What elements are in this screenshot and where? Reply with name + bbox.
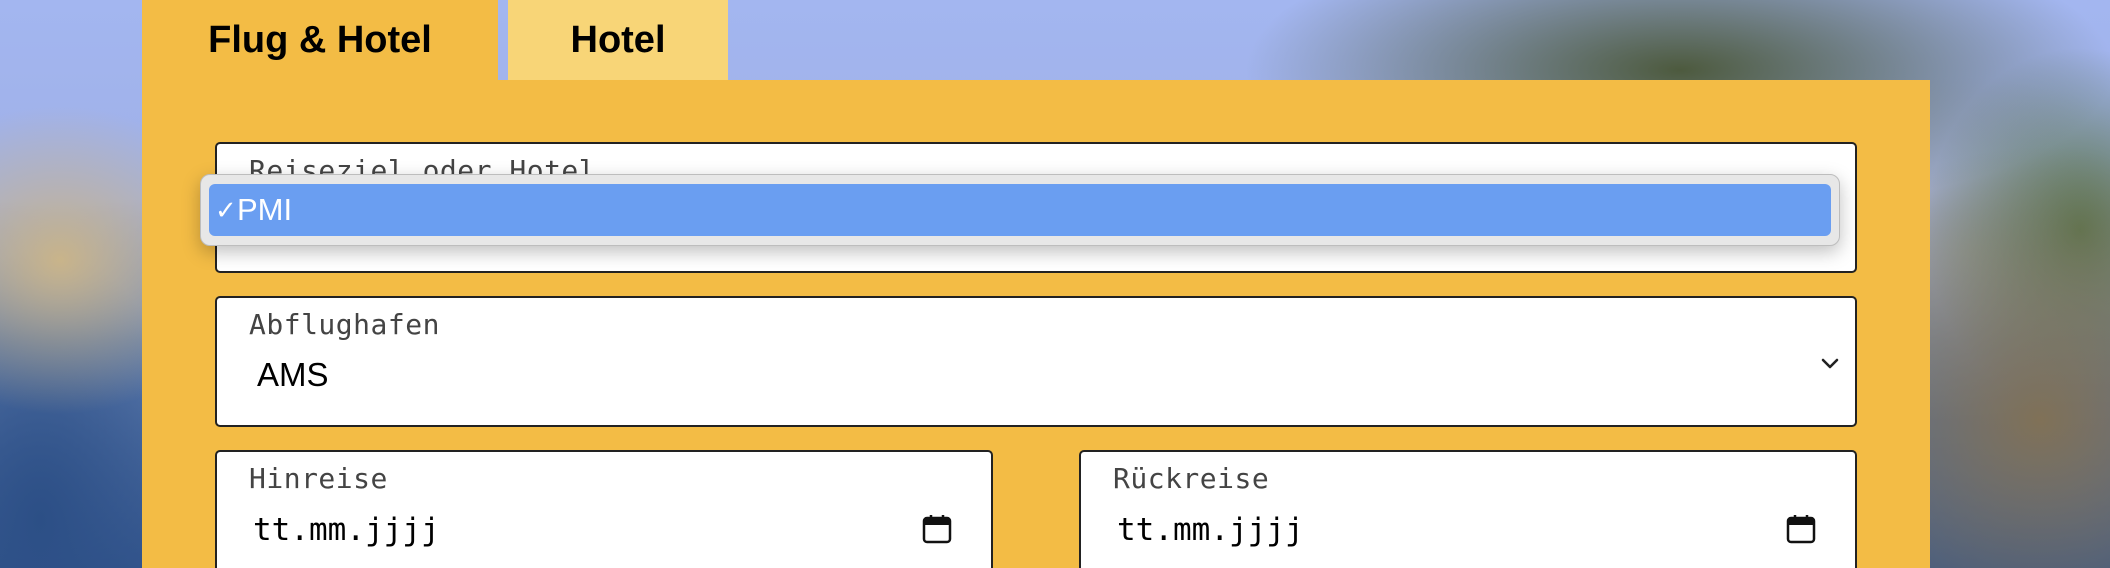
- departure-airport-select[interactable]: Abflughafen AMS: [215, 296, 1857, 427]
- tab-hotel[interactable]: Hotel: [508, 0, 728, 80]
- calendar-icon[interactable]: [922, 514, 952, 544]
- chevron-down-icon: [1821, 358, 1839, 369]
- calendar-icon[interactable]: [1786, 514, 1816, 544]
- checkmark-icon: ✓: [215, 194, 237, 225]
- return-date-input[interactable]: tt.mm.jjjj: [1117, 512, 1304, 548]
- background-photo: Flug & Hotel Hotel Reiseziel oder Hotel …: [0, 0, 2110, 568]
- return-date-label: Rückreise: [1113, 462, 1270, 495]
- tab-label: Hotel: [570, 18, 666, 61]
- outbound-date-input[interactable]: tt.mm.jjjj: [253, 512, 440, 548]
- tab-flug-hotel[interactable]: Flug & Hotel: [142, 0, 498, 80]
- departure-airport-label: Abflughafen: [249, 308, 440, 341]
- departure-airport-value: AMS: [257, 356, 329, 393]
- outbound-date-field[interactable]: Hinreise tt.mm.jjjj: [215, 450, 993, 568]
- tab-label: Flug & Hotel: [208, 18, 432, 61]
- outbound-date-label: Hinreise: [249, 462, 388, 495]
- option-label: PMI: [237, 192, 293, 227]
- dropdown-option-pmi[interactable]: ✓ PMI: [209, 184, 1831, 236]
- return-date-field[interactable]: Rückreise tt.mm.jjjj: [1079, 450, 1857, 568]
- destination-dropdown-menu: ✓ PMI: [200, 174, 1840, 246]
